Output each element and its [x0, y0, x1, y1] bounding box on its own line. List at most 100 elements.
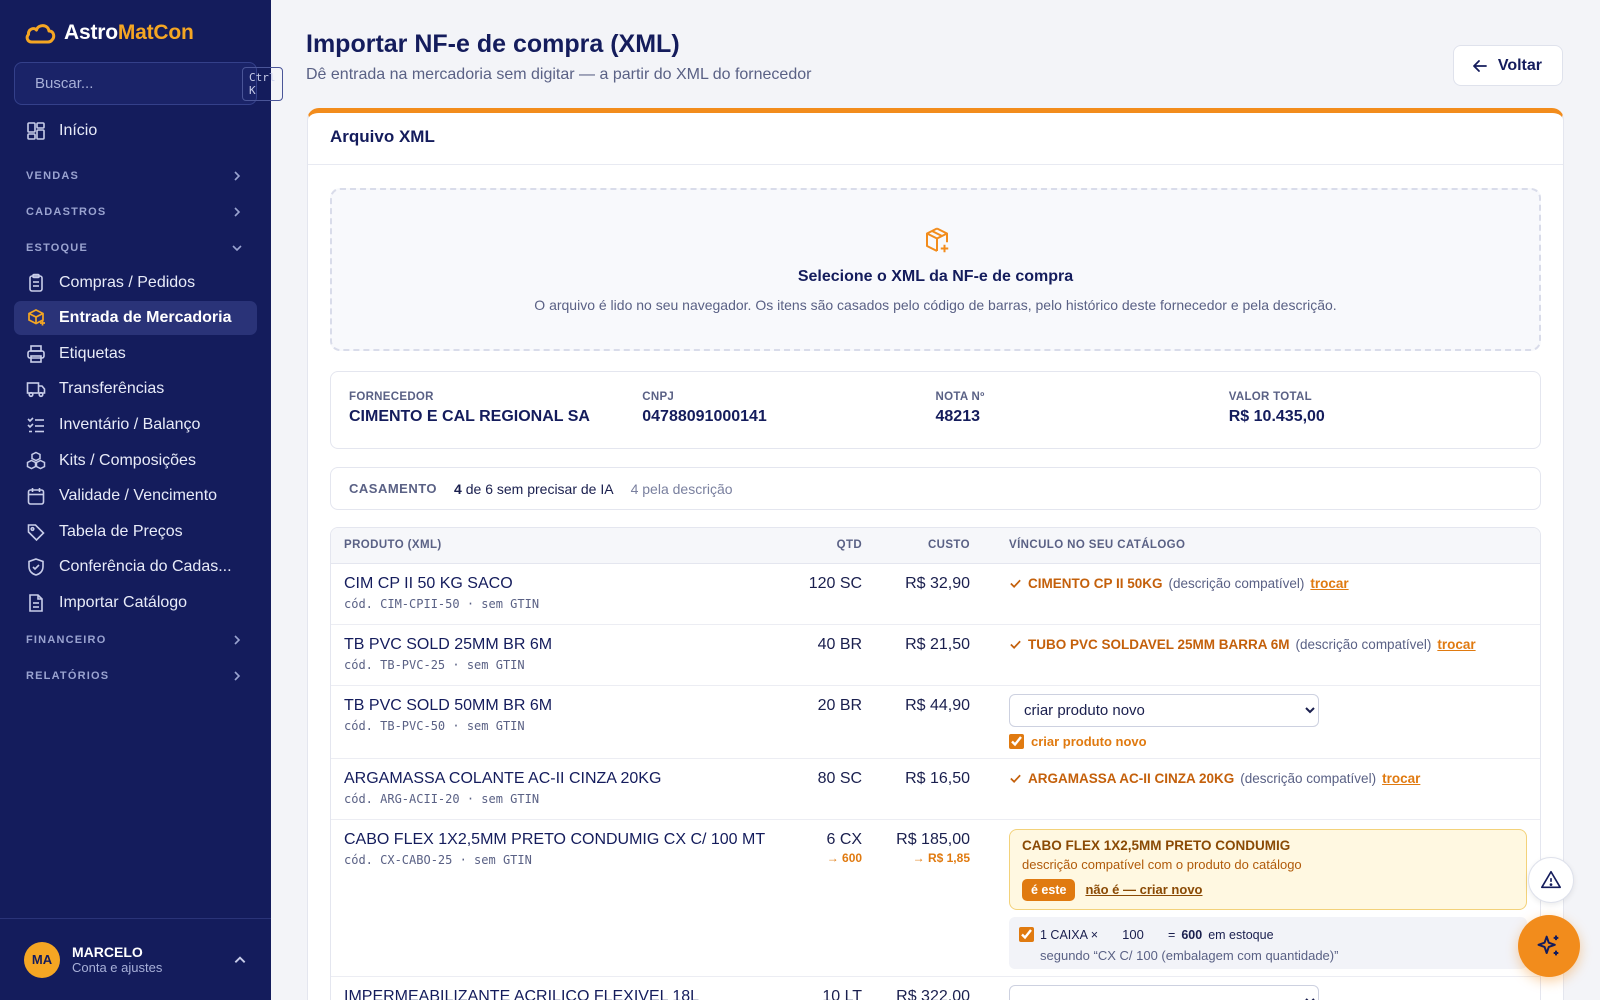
user-menu[interactable]: MA MARCELO Conta e ajustes	[0, 918, 271, 1000]
sidebar-item-importar-catalogo[interactable]: Importar Catálogo	[14, 586, 257, 620]
section-financeiro[interactable]: FINANCEIRO	[14, 622, 257, 658]
cnpj-label: CNPJ	[642, 391, 675, 403]
check-icon	[1010, 579, 1021, 588]
sidebar-item-transferencias[interactable]: Transferências	[14, 372, 257, 406]
sidebar-item-label: Importar Catálogo	[59, 593, 188, 611]
dropzone-title: Selecione o XML da NF-e de compra	[797, 268, 1074, 285]
tag-icon	[27, 523, 45, 541]
sidebar-item-conferencia[interactable]: Conferência do Cadas...	[14, 550, 257, 584]
table-row: ARGAMASSA COLANTE AC-II CINZA 20KG cód. A…	[331, 758, 1540, 820]
sidebar-item-inventario[interactable]: Inventário / Balanço	[14, 408, 257, 442]
catalog-link-select[interactable]	[1009, 984, 1319, 1000]
matching-by-description: 4 pela descrição	[630, 480, 733, 497]
product-cost: R$ 185,00	[896, 830, 970, 848]
cost-conversion: → R$ 1,85	[912, 850, 970, 865]
product-code: cód. CX-CABO-25 · sem GTIN	[344, 852, 532, 867]
match-suggestion: CABO FLEX 1X2,5MM PRETO CONDUMIG descriç…	[1009, 828, 1527, 910]
product-cost: R$ 322,00	[875, 976, 983, 1000]
invoice-summary: FORNECEDOR CIMENTO E CAL REGIONAL SA CNP…	[330, 371, 1541, 449]
back-button[interactable]: Voltar	[1452, 45, 1563, 86]
product-code: cód. TB-PVC-50 · sem GTIN	[344, 718, 525, 733]
search-box[interactable]: Ctrl K	[14, 62, 283, 105]
sidebar-item-kits[interactable]: Kits / Composições	[14, 444, 257, 478]
product-name: CIM CP II 50 KG SACO	[344, 574, 513, 592]
link-hint: (descrição compatível)	[1240, 770, 1377, 786]
box-icon	[28, 309, 45, 326]
sidebar-item-inicio[interactable]: Início	[14, 114, 257, 148]
sidebar-item-label: Kits / Composições	[59, 451, 196, 469]
warning-icon	[1541, 870, 1561, 889]
product-name: TB PVC SOLD 50MM BR 6M	[344, 696, 553, 714]
product-code: cód. TB-PVC-25 · sem GTIN	[344, 657, 525, 672]
swap-link[interactable]: trocar	[1382, 771, 1420, 786]
link-hint: (descrição compatível)	[1295, 636, 1432, 652]
suggested-product: CABO FLEX 1X2,5MM PRETO CONDUMIG	[1022, 837, 1291, 853]
chevron-right-icon	[234, 670, 241, 681]
xml-dropzone[interactable]: Selecione o XML da NF-e de compra O arqu…	[330, 188, 1541, 351]
qty-conversion: → 600	[826, 850, 863, 865]
matching-label: CASAMENTO	[349, 481, 438, 496]
table-header: PRODUTO (XML) QTD CUSTO VÍNCULO NO SEU C…	[331, 528, 1540, 564]
product-name: TB PVC SOLD 25MM BR 6M	[344, 635, 553, 653]
create-product-checkbox[interactable]	[1009, 733, 1024, 749]
sidebar-item-label: Início	[59, 122, 98, 139]
sidebar-item-etiquetas[interactable]: Etiquetas	[14, 337, 257, 371]
col-cost: CUSTO	[875, 528, 983, 564]
chevron-right-icon	[234, 171, 241, 181]
linked-product: TUBO PVC SOLDAVEL 25MM BARRA 6M	[1028, 636, 1290, 652]
sidebar-nav: Início VENDAS CADASTROS ESTOQUE Compras …	[14, 114, 257, 694]
table-row: CIM CP II 50 KG SACO cód. CIM-CPII-50 · s…	[331, 563, 1540, 625]
shield-icon	[28, 558, 44, 577]
section-relatorios[interactable]: RELATÓRIOS	[14, 658, 257, 694]
col-product: PRODUTO (XML)	[331, 528, 781, 564]
page-title: Importar NF-e de compra (XML)	[306, 30, 680, 58]
sidebar-item-label: Validade / Vencimento	[59, 487, 218, 505]
pack-prefix: 1 CAIXA ×	[1040, 927, 1099, 942]
sidebar-item-validade[interactable]: Validade / Vencimento	[14, 479, 257, 513]
brand-logo[interactable]: AstroMatCon	[24, 20, 194, 46]
section-estoque[interactable]: ESTOQUE	[14, 230, 257, 266]
sidebar-item-label: Compras / Pedidos	[59, 273, 196, 291]
chevron-right-icon	[234, 207, 241, 217]
swap-link[interactable]: trocar	[1310, 576, 1348, 591]
section-cadastros[interactable]: CADASTROS	[14, 194, 257, 230]
pack-quantity-input[interactable]	[1104, 923, 1163, 946]
search-input[interactable]	[35, 75, 234, 92]
catalog-link-select[interactable]: criar produto novo	[1009, 693, 1319, 727]
main-content: Importar NF-e de compra (XML) Dê entrada…	[271, 0, 1600, 1000]
product-qty: 6 CX	[826, 830, 863, 848]
sidebar-item-label: Tabela de Preços	[59, 522, 183, 540]
product-cost: R$ 44,90	[875, 685, 983, 759]
invoice-number-label: NOTA Nº	[935, 391, 985, 403]
reject-match-link[interactable]: não é — criar novo	[1085, 882, 1202, 897]
product-cost: R$ 32,90	[875, 563, 983, 625]
sidebar-item-compras[interactable]: Compras / Pedidos	[14, 266, 257, 300]
ai-assistant-button[interactable]	[1518, 915, 1580, 977]
table-row: IMPERMEABILIZANTE ACRILICO FLEXIVEL 18L …	[331, 976, 1540, 1000]
xml-card: Arquivo XML Selecione o XML da NF-e de c…	[307, 108, 1564, 1000]
total-label: VALOR TOTAL	[1228, 391, 1312, 403]
arrow-left-icon	[1472, 59, 1487, 72]
truck-icon	[26, 382, 46, 398]
sidebar: AstroMatCon Ctrl K Início VENDAS CADASTR…	[0, 0, 283, 1000]
pack-total: 600	[1181, 927, 1203, 942]
dashboard-icon	[27, 122, 45, 140]
checklist-icon	[27, 417, 44, 433]
matching-summary: CASAMENTO 4 de 6 sem precisar de IA 4 pe…	[330, 467, 1541, 510]
sidebar-item-tabela-precos[interactable]: Tabela de Preços	[14, 515, 257, 549]
swap-link[interactable]: trocar	[1437, 637, 1475, 652]
confirm-match-button[interactable]: é este	[1022, 878, 1076, 901]
sidebar-item-entrada-mercadoria[interactable]: Entrada de Mercadoria	[14, 301, 257, 336]
sidebar-item-label: Entrada de Mercadoria	[59, 309, 232, 327]
suggestion-reason: descrição compatível com o produto do ca…	[1022, 856, 1302, 872]
pack-equals: =	[1168, 927, 1176, 942]
report-issue-button[interactable]	[1528, 857, 1574, 903]
total-value: R$ 10.435,00	[1228, 408, 1325, 425]
sidebar-item-label: Conferência do Cadas...	[59, 558, 232, 576]
product-qty: 20 BR	[780, 685, 876, 759]
product-cost: R$ 21,50	[875, 624, 983, 686]
section-vendas[interactable]: VENDAS	[14, 158, 257, 194]
product-qty: 10 LT	[780, 976, 876, 1000]
package-conversion-checkbox[interactable]	[1019, 927, 1034, 942]
product-name: IMPERMEABILIZANTE ACRILICO FLEXIVEL 18L	[344, 987, 700, 1000]
